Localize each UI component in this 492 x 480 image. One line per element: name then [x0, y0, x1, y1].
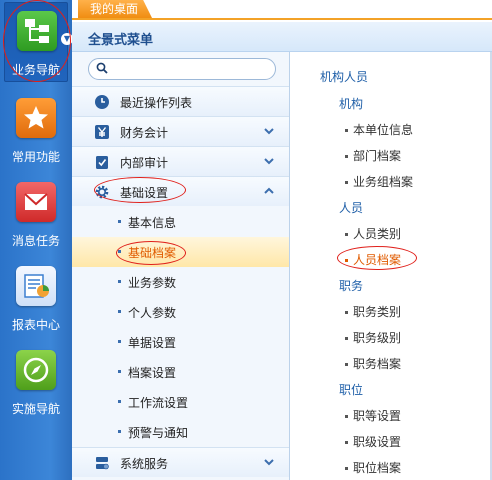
group-heading: 机构	[339, 97, 364, 111]
submenu-item-label: 工作流设置	[128, 396, 189, 410]
tab-my-desktop[interactable]: 我的桌面	[78, 0, 153, 18]
report-icon	[16, 266, 56, 306]
rail-item-common-functions[interactable]: 常用功能	[4, 90, 68, 170]
submenu-item-label: 个人参数	[128, 306, 177, 320]
content-link[interactable]: 业务组档案	[345, 173, 413, 190]
search-input[interactable]	[113, 61, 269, 77]
bullet	[118, 250, 121, 253]
rail-label: 业务导航	[11, 63, 60, 77]
server-icon	[96, 457, 109, 470]
bullet	[118, 370, 121, 373]
bullet	[118, 280, 121, 283]
submenu-item[interactable]: 个人参数	[72, 297, 289, 327]
clock-icon	[95, 95, 109, 109]
search-icon	[96, 62, 108, 74]
content-panel: 机构人员 机构 本单位信息 部门档案 业务组档案 人员 人员类别 人员档案 职务…	[291, 52, 492, 480]
menu-item-label: 财务会计	[120, 126, 169, 140]
bullet	[118, 220, 121, 223]
bullet	[118, 310, 121, 313]
group-heading: 职位	[339, 383, 364, 397]
group-heading: 职务	[339, 279, 364, 293]
tab-bar: 我的桌面	[72, 0, 492, 20]
bullet	[118, 400, 121, 403]
menu-item-basic-settings[interactable]: 基础设置	[72, 176, 289, 206]
bullet	[118, 430, 121, 433]
left-rail: ▼ 业务导航 常用功能 消息任务 报表中心 实施导航	[0, 0, 73, 480]
submenu-item-label: 预警与通知	[128, 426, 189, 440]
menu-item-label: 系统服务	[120, 457, 169, 471]
submenu-item-label: 业务参数	[128, 276, 177, 290]
content-link[interactable]: 职位档案	[345, 459, 401, 476]
clipboard-check-icon	[96, 156, 108, 169]
menu-item-recent[interactable]: 最近操作列表	[72, 86, 289, 116]
gear-icon	[95, 185, 109, 199]
chevron-down-icon[interactable]	[263, 125, 275, 137]
menu-item-label: 内部审计	[120, 156, 169, 170]
mail-icon	[16, 182, 56, 222]
submenu-item[interactable]: 预警与通知	[72, 417, 289, 447]
content-link-personnel-archive[interactable]: 人员档案	[345, 251, 401, 268]
menu-item-finance[interactable]: 财务会计	[72, 116, 289, 146]
panel-header: 全景式菜单	[72, 22, 492, 52]
yen-icon	[95, 125, 109, 139]
submenu-item[interactable]: 基本信息	[72, 207, 289, 237]
chevron-down-icon[interactable]	[263, 155, 275, 167]
submenu-item[interactable]: 单据设置	[72, 327, 289, 357]
submenu-item-label: 单据设置	[128, 336, 177, 350]
content-link[interactable]: 职级设置	[345, 433, 401, 450]
content-link[interactable]: 本单位信息	[345, 121, 413, 138]
rail-label: 报表中心	[11, 318, 60, 332]
rail-label: 消息任务	[11, 234, 60, 248]
org-chart-icon	[17, 11, 57, 51]
search-box[interactable]	[88, 58, 276, 80]
submenu-item[interactable]: 业务参数	[72, 267, 289, 297]
content-link[interactable]: 职务级别	[345, 329, 401, 346]
rail-item-message-tasks[interactable]: 消息任务	[4, 174, 68, 254]
menu-panel: 最近操作列表 财务会计 内部审计 基础设置 基本信息 基础档案 业务参数 个人参…	[72, 52, 290, 480]
submenu-item-label: 基础档案	[128, 246, 177, 260]
rail-label: 实施导航	[11, 402, 60, 416]
submenu-item-label: 档案设置	[128, 366, 177, 380]
content-link[interactable]: 职等设置	[345, 407, 401, 424]
group-heading: 人员	[339, 201, 364, 215]
submenu-item-label: 基本信息	[128, 216, 177, 230]
rail-item-report-center[interactable]: 报表中心	[4, 258, 68, 338]
submenu-item[interactable]: 工作流设置	[72, 387, 289, 417]
menu-item-label: 最近操作列表	[120, 96, 193, 110]
rail-item-implementation-nav[interactable]: 实施导航	[4, 342, 68, 422]
compass-icon	[16, 350, 56, 390]
content-link[interactable]: 职务档案	[345, 355, 401, 372]
submenu-item-selected[interactable]: 基础档案	[72, 237, 289, 267]
chevron-down-icon[interactable]	[263, 456, 275, 468]
content-link[interactable]: 部门档案	[345, 147, 401, 164]
content-link[interactable]: 职务类别	[345, 303, 401, 320]
menu-item-internal-audit[interactable]: 内部审计	[72, 146, 289, 176]
section-title: 机构人员	[320, 70, 369, 84]
content-link[interactable]: 人员类别	[345, 225, 401, 242]
submenu-item[interactable]: 档案设置	[72, 357, 289, 387]
chevron-up-icon[interactable]	[263, 185, 275, 197]
rail-label: 常用功能	[11, 150, 60, 164]
menu-item-system-services[interactable]: 系统服务	[72, 447, 289, 477]
panel-title: 全景式菜单	[88, 33, 154, 48]
rail-item-business-nav[interactable]: ▼ 业务导航	[4, 2, 73, 82]
star-icon	[16, 98, 56, 138]
menu-item-label: 基础设置	[120, 186, 169, 200]
bullet	[118, 340, 121, 343]
